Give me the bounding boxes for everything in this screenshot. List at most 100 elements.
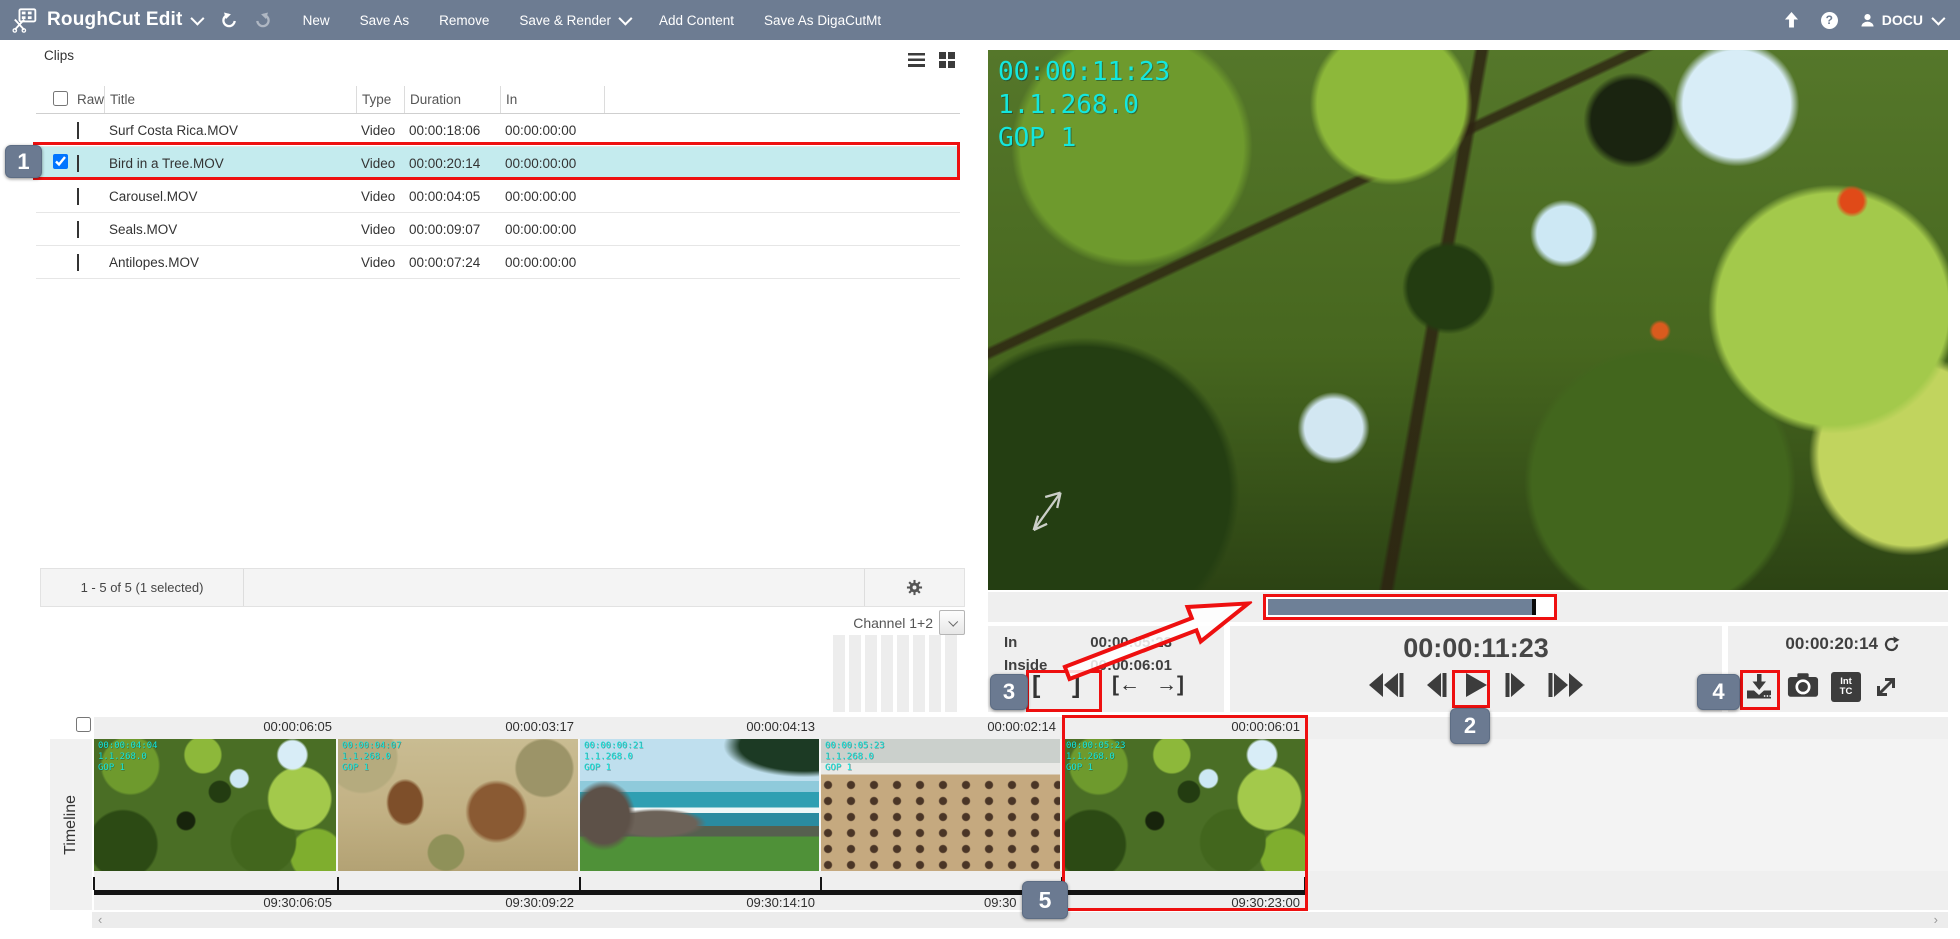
timeline-select-checkbox[interactable] — [76, 717, 91, 732]
raw-clip-icon — [77, 122, 79, 139]
audio-meter-bar — [897, 635, 909, 712]
undo-button[interactable] — [221, 12, 238, 28]
video-preview[interactable]: 00:00:11:23 1.1.268.0 GOP 1 — [988, 50, 1948, 590]
jump-forward-button[interactable] — [1547, 672, 1587, 698]
clip-end-timecode: 09:30:14:10 — [580, 895, 815, 910]
save-as-digacutmt-button[interactable]: Save As DigaCutMt — [764, 13, 881, 28]
channel-select[interactable] — [939, 610, 965, 635]
column-duration[interactable]: Duration — [404, 86, 500, 113]
clip-duration: 00:00:20:14 — [404, 156, 500, 171]
in-value: 00:00:05:23 — [1066, 634, 1172, 651]
help-icon[interactable]: ? — [1821, 12, 1838, 29]
select-all-checkbox[interactable] — [53, 91, 68, 106]
mark-out-button[interactable]: ] — [1072, 670, 1080, 700]
audio-meter-bar — [849, 635, 861, 712]
audio-meter-bar — [913, 635, 925, 712]
player-right-panel: 00:00:20:14 Int TC — [1728, 626, 1948, 712]
clip-type: Video — [356, 222, 404, 237]
add-content-button[interactable]: Add Content — [659, 13, 734, 28]
audio-meter-bar — [881, 635, 893, 712]
column-raw[interactable]: Raw — [72, 92, 104, 107]
timeline-clip-surf-costa-rica[interactable]: 00:00:00:21 1.1.268.0 GOP 1 — [580, 739, 821, 871]
clip-duration-label: 00:00:06:05 — [94, 719, 332, 734]
column-title[interactable]: Title — [104, 86, 356, 113]
row-checkbox[interactable] — [53, 154, 68, 169]
clip-title: Antilopes.MOV — [104, 255, 356, 270]
clip-end-timecode-truncated: 09:30 — [984, 895, 1017, 910]
fullscreen-button[interactable] — [1873, 674, 1899, 705]
next-frame-button[interactable] — [1504, 672, 1532, 698]
goto-in-button[interactable]: [← — [1112, 670, 1140, 700]
play-button[interactable] — [1463, 672, 1489, 698]
snapshot-button[interactable] — [1787, 672, 1819, 703]
table-row[interactable]: Surf Costa Rica.MOV Video 00:00:18:06 00… — [36, 114, 960, 147]
in-label: In — [988, 634, 1066, 651]
list-view-icon[interactable] — [908, 53, 925, 67]
user-menu[interactable]: DOCU — [1860, 12, 1942, 28]
redo-button[interactable] — [254, 12, 271, 28]
export-download-button[interactable] — [1744, 672, 1774, 705]
mark-in-button[interactable]: [ — [1032, 670, 1040, 700]
column-extra — [604, 86, 960, 113]
cursor-arrow-icon — [1026, 478, 1074, 538]
table-row[interactable]: Antilopes.MOV Video 00:00:07:24 00:00:00… — [36, 246, 960, 279]
table-row[interactable]: Carousel.MOV Video 00:00:04:05 00:00:00:… — [36, 180, 960, 213]
save-and-render-label: Save & Render — [519, 13, 611, 28]
channel-label: Channel 1+2 — [853, 615, 933, 631]
inside-label: Inside — [988, 657, 1066, 674]
audio-meter-bar — [945, 635, 957, 712]
raw-clip-icon — [77, 221, 79, 238]
timeline-clip-bird-in-a-tree-selected[interactable]: 00:00:05:23 1.1.268.0 GOP 1 — [1062, 739, 1306, 871]
burnin-version: 1.1.268.0 — [998, 89, 1170, 122]
app-menu-chevron-icon[interactable] — [190, 12, 204, 26]
table-row-selected[interactable]: Bird in a Tree.MOV Video 00:00:20:14 00:… — [36, 147, 960, 180]
save-as-button[interactable]: Save As — [360, 13, 410, 28]
raw-clip-icon — [77, 155, 79, 172]
clip-duration: 00:00:09:07 — [404, 222, 500, 237]
clip-title: Surf Costa Rica.MOV — [104, 123, 356, 138]
table-row[interactable]: Seals.MOV Video 00:00:09:07 00:00:00:00 — [36, 213, 960, 246]
thumb-burnin: 00:00:04:07 1.1.268.0 GOP 1 — [342, 741, 402, 774]
ruler-tick — [579, 877, 581, 890]
goto-out-button[interactable]: →] — [1156, 670, 1184, 700]
save-and-render-chevron-icon — [618, 12, 632, 26]
scroll-left-icon[interactable]: ‹ — [98, 912, 102, 927]
audio-meters — [833, 635, 957, 712]
burnin-gop: GOP 1 — [998, 122, 1170, 155]
save-and-render-button[interactable]: Save & Render — [519, 13, 629, 28]
timeline-clip-seals[interactable]: 00:00:05:23 1.1.268.0 GOP 1 — [821, 739, 1062, 871]
clip-type: Video — [356, 255, 404, 270]
seal-colony — [821, 779, 1060, 871]
clip-end-timecode: 09:30:09:22 — [338, 895, 574, 910]
previous-frame-button[interactable] — [1420, 672, 1448, 698]
audio-meter-bar — [865, 635, 877, 712]
annotation-badge-4: 4 — [1697, 674, 1740, 710]
clip-in: 00:00:00:00 — [500, 189, 604, 204]
column-type[interactable]: Type — [356, 86, 404, 113]
clip-duration: 00:00:18:06 — [404, 123, 500, 138]
burnin-timecode: 00:00:11:23 — [998, 56, 1170, 89]
timeline-clip-antilopes[interactable]: 00:00:04:07 1.1.268.0 GOP 1 — [338, 739, 580, 871]
new-button[interactable]: New — [303, 13, 330, 28]
table-settings-button[interactable] — [864, 569, 964, 606]
grid-view-icon[interactable] — [939, 52, 955, 68]
scrub-bar[interactable] — [1263, 594, 1557, 620]
audio-meter-bar — [833, 635, 845, 712]
internal-timecode-button[interactable]: Int TC — [1831, 672, 1861, 702]
gear-icon — [906, 579, 923, 596]
jump-backward-button[interactable] — [1365, 672, 1405, 698]
int-tc-line2: TC — [1831, 687, 1861, 698]
clip-in: 00:00:00:00 — [500, 123, 604, 138]
remove-button[interactable]: Remove — [439, 13, 489, 28]
timeline-scrollbar[interactable]: ‹ › — [92, 912, 1948, 928]
clip-type: Video — [356, 156, 404, 171]
column-in[interactable]: In — [500, 86, 604, 113]
clip-in: 00:00:00:00 — [500, 222, 604, 237]
chevron-down-icon — [948, 617, 958, 627]
annotation-badge-1: 1 — [5, 145, 42, 178]
scrub-bar-playhead[interactable] — [1532, 599, 1536, 615]
timeline-clip-bird-in-a-tree[interactable]: 00:00:04:04 1.1.268.0 GOP 1 — [94, 739, 338, 871]
scroll-right-icon[interactable]: › — [1934, 912, 1938, 927]
loop-icon[interactable] — [1883, 636, 1900, 653]
upload-icon[interactable] — [1784, 12, 1799, 28]
